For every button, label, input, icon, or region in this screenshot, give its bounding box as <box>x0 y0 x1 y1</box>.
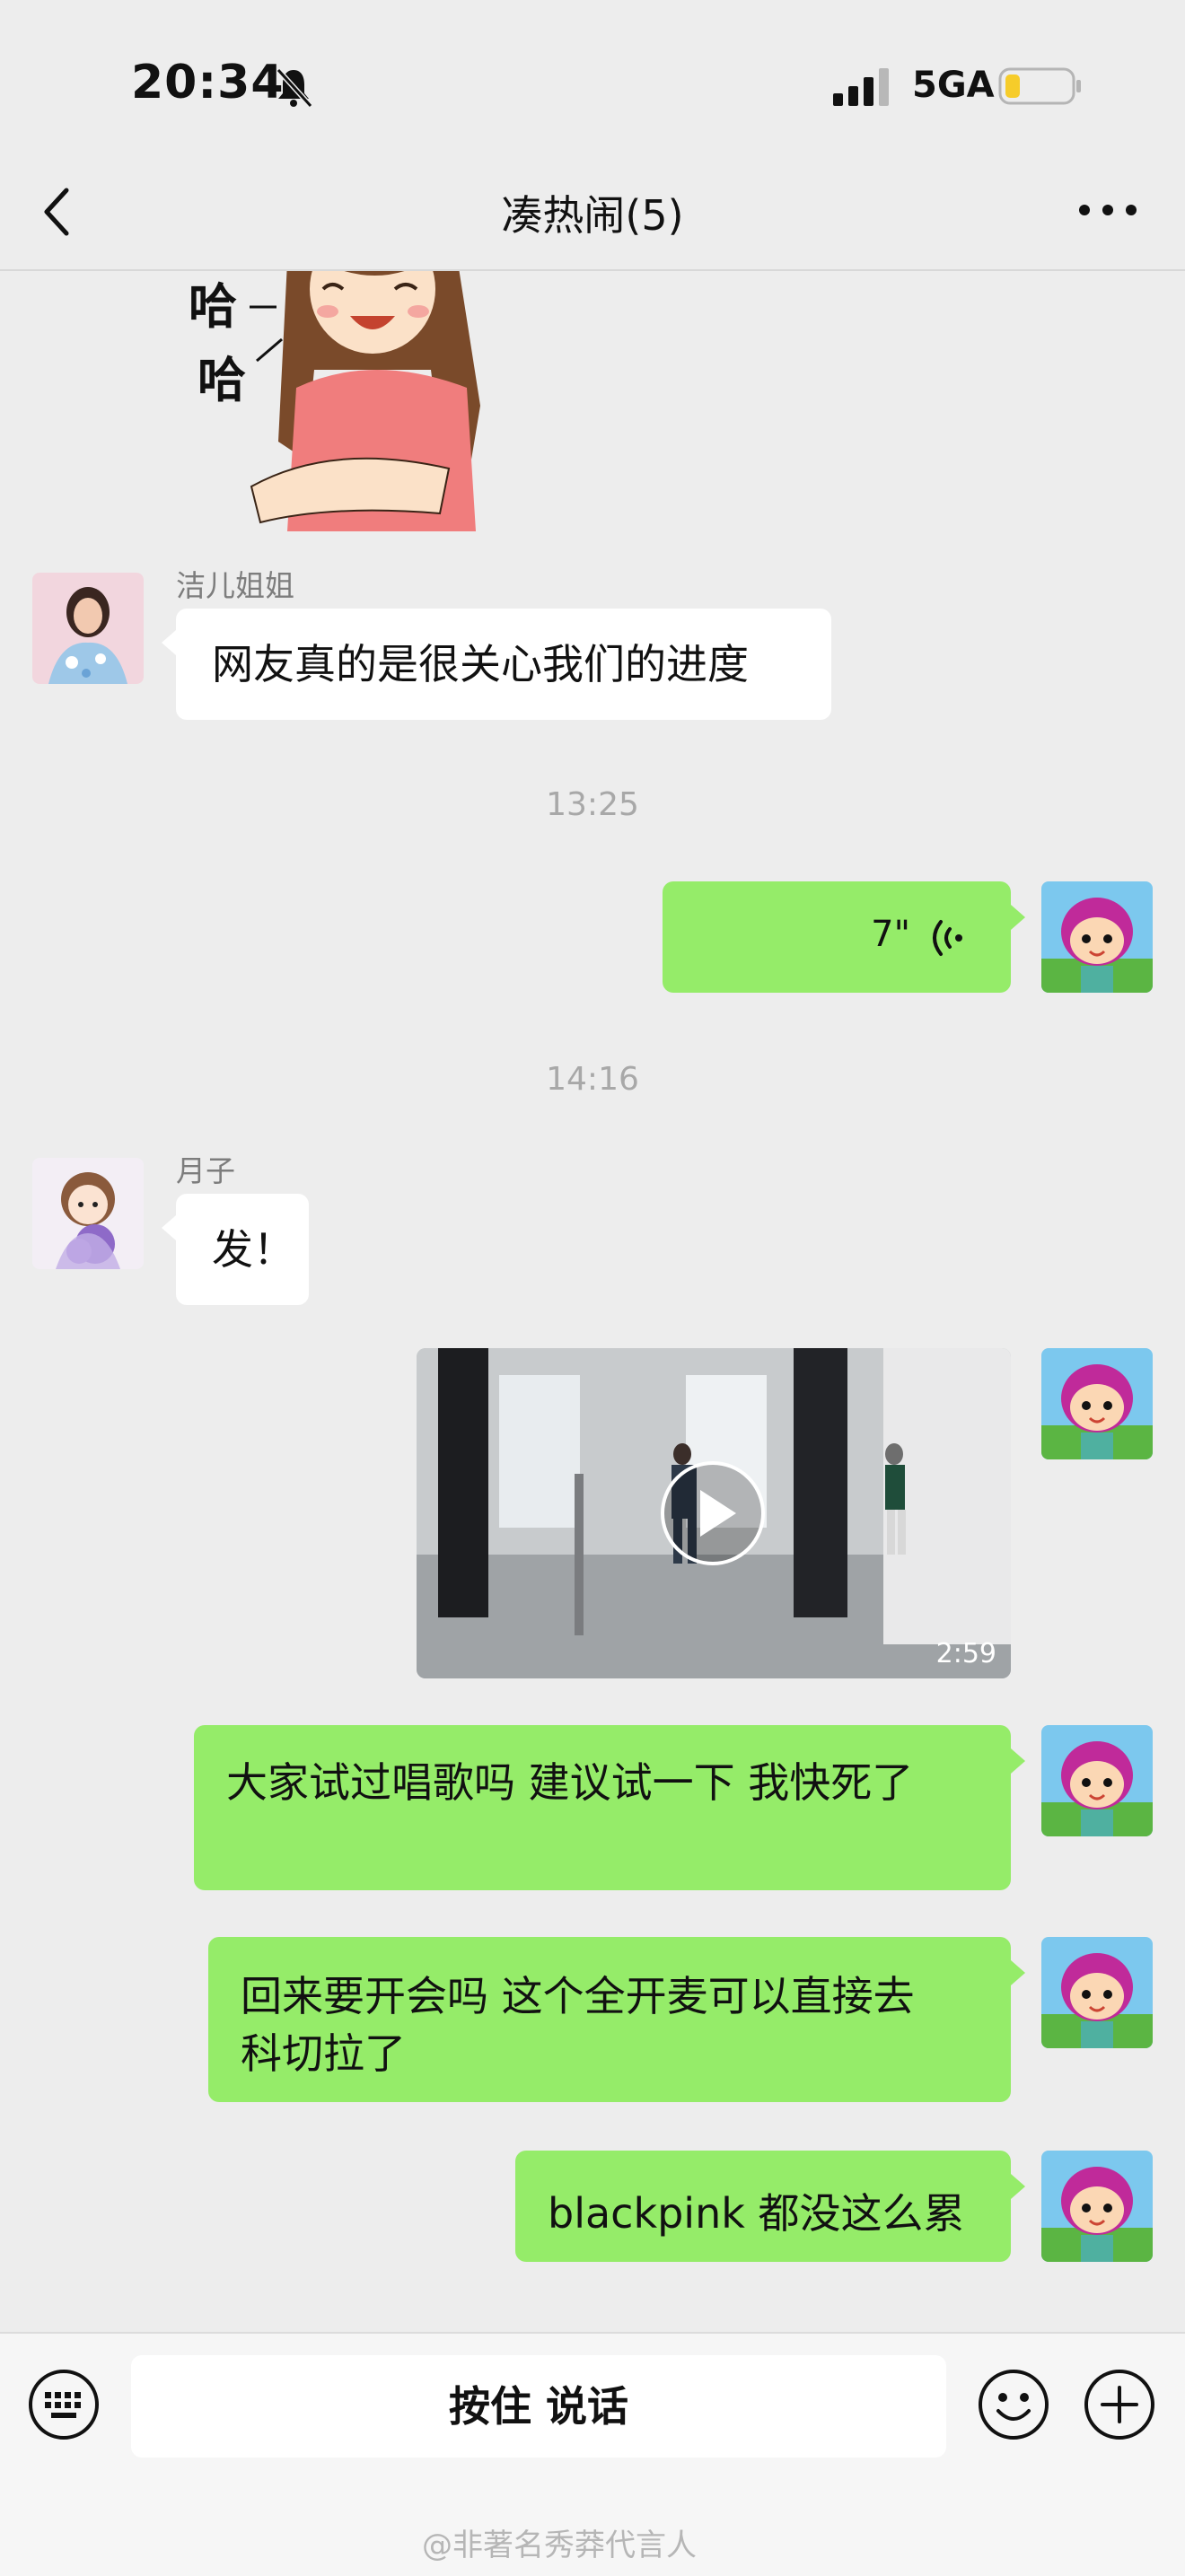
chat-message-list[interactable]: 哈 哈 洁儿姐姐 网友真的是很关心我们的进度 13:25 7" 14:16 月子… <box>0 271 1185 2332</box>
status-time: 20:34 <box>131 56 285 110</box>
video-thumbnail-image <box>417 1348 1011 1678</box>
network-type: 5GA <box>912 65 995 106</box>
bubble-tail <box>1011 905 1025 930</box>
chat-timestamp: 14:16 <box>546 1061 639 1098</box>
bubble-tail <box>162 1215 176 1240</box>
voice-message-bubble[interactable]: 7" <box>663 881 1011 993</box>
avatar-yuezi[interactable] <box>32 1158 144 1269</box>
bubble-tail <box>1011 1960 1025 1985</box>
voice-wave-icon <box>933 920 962 956</box>
keyboard-icon[interactable] <box>27 2368 101 2441</box>
bubble-tail <box>1011 2174 1025 2199</box>
voice-duration: 7" <box>871 914 910 955</box>
bell-muted-icon <box>276 67 312 108</box>
message-bubble-outgoing[interactable]: blackpink 都没这么累 <box>515 2151 1011 2262</box>
avatar-jieer[interactable] <box>32 573 144 684</box>
message-bubble-incoming[interactable]: 发！ <box>176 1194 309 1305</box>
sticker-text-1: 哈 <box>189 278 237 335</box>
message-text: blackpink 都没这么累 <box>548 2189 965 2238</box>
bubble-tail <box>1011 1748 1025 1774</box>
sender-name: 月子 <box>176 1153 235 1188</box>
sender-name: 洁儿姐姐 <box>176 568 294 603</box>
sticker-text-2: 哈 <box>198 352 246 408</box>
message-text-line-1: 回来要开会吗 这个全开麦可以直接去 <box>241 1972 915 2020</box>
more-options-icon[interactable] <box>1075 199 1140 221</box>
chat-timestamp: 13:25 <box>546 786 639 823</box>
hold-to-talk-button[interactable]: 按住 说话 <box>131 2355 946 2458</box>
signal-icon <box>833 68 889 106</box>
laughing-girl-sticker-image: 哈 哈 <box>189 271 480 531</box>
message-bubble-incoming[interactable]: 网友真的是很关心我们的进度 <box>176 609 831 720</box>
back-arrow-icon[interactable] <box>36 185 81 239</box>
video-message[interactable]: 2:59 <box>417 1348 1011 1678</box>
sticker-message[interactable]: 哈 哈 <box>171 271 512 531</box>
message-bubble-outgoing[interactable]: 大家试过唱歌吗 建议试一下 我快死了 <box>194 1725 1011 1890</box>
video-duration: 2:59 <box>935 1638 996 1669</box>
message-text-line-2: 科切拉了 <box>241 2029 406 2078</box>
message-text: 大家试过唱歌吗 建议试一下 我快死了 <box>226 1758 914 1807</box>
bubble-tail <box>162 630 176 655</box>
avatar-self[interactable] <box>1041 1348 1153 1459</box>
avatar-self[interactable] <box>1041 881 1153 993</box>
avatar-self[interactable] <box>1041 1725 1153 1836</box>
chat-title: 凑热闹(5) <box>501 191 684 240</box>
watermark-text: @非著名秀莽代言人 <box>422 2528 697 2563</box>
plus-icon[interactable] <box>1083 2368 1156 2441</box>
emoji-icon[interactable] <box>977 2368 1050 2441</box>
battery-icon <box>998 67 1081 105</box>
avatar-self[interactable] <box>1041 1937 1153 2048</box>
message-bubble-outgoing[interactable]: 回来要开会吗 这个全开麦可以直接去 科切拉了 <box>208 1937 1011 2102</box>
avatar-self[interactable] <box>1041 2151 1153 2262</box>
